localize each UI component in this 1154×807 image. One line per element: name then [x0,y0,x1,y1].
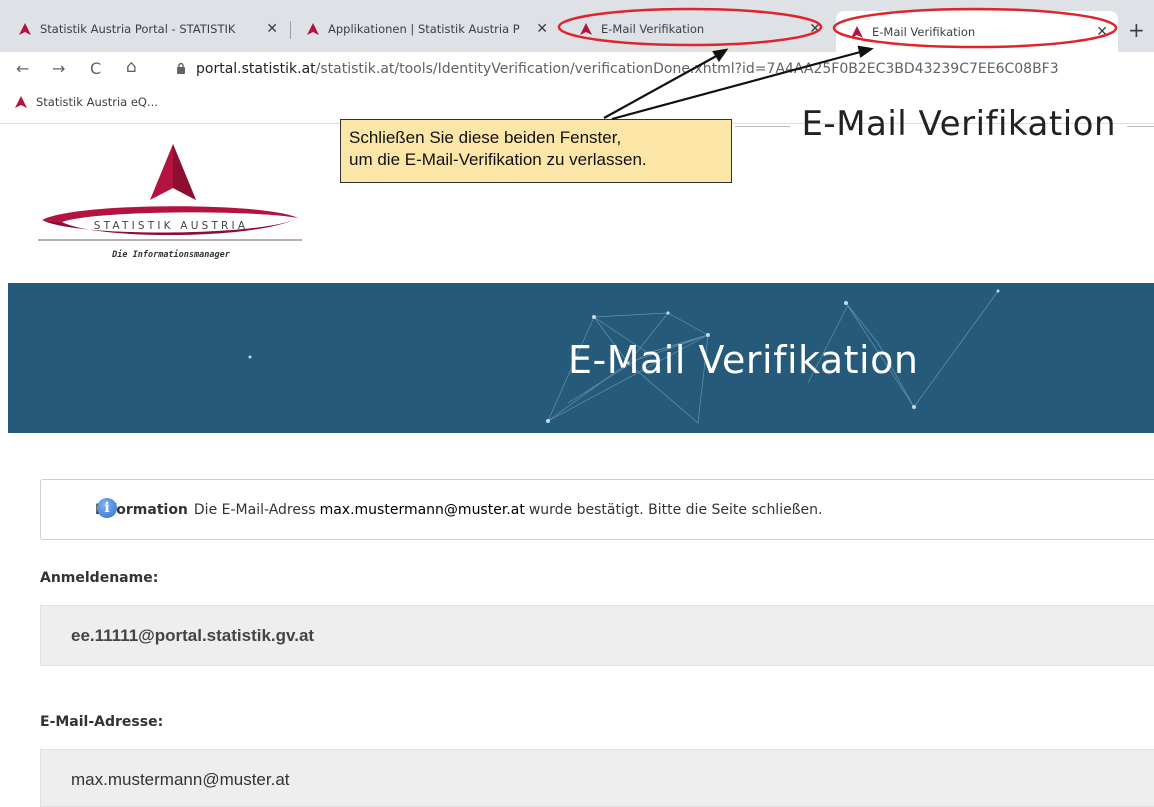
tab-label: Applikationen | Statistik Austria P [328,22,520,36]
email-label: E-Mail-Adresse: [40,714,164,730]
back-button[interactable]: ← [16,59,29,78]
info-email: max.mustermann@muster.at [319,501,525,518]
statistik-austria-favicon-icon [580,23,592,35]
page-title: E-Mail Verifikation [801,104,1116,144]
banner-title: E-Mail Verifikation [568,338,919,382]
header-divider [1127,126,1154,127]
page: Statistik Austria Portal - STATISTIK ✕ A… [0,0,1154,807]
callout-line-1: Schließen Sie diese beiden Fenster, [349,128,622,147]
tab-email-verifikation-2[interactable]: E-Mail Verifikation ✕ [836,11,1118,52]
bookmark-label: Statistik Austria eQ... [36,95,158,109]
forward-button[interactable]: → [52,59,65,78]
callout-line-2: um die E-Mail-Verifikation zu verlassen. [349,150,647,169]
annotation-callout: Schließen Sie diese beiden Fenster, um d… [340,119,732,183]
bookmark-statistik-austria[interactable]: Statistik Austria eQ... [14,95,158,109]
address-bar-row: ← → C ⌂ portal.statistik.at/statistik.at… [0,52,1154,88]
tab-label: E-Mail Verifikation [601,22,705,36]
url-path: /statistik.at/tools/IdentityVerification… [315,61,1059,77]
username-value: ee.11111@portal.statistik.gv.at [71,626,315,645]
tab-label: E-Mail Verifikation [872,24,976,39]
statistik-austria-logo: STATISTIK AUSTRIA Die Informationsmanage… [38,144,302,260]
tab-close-icon[interactable]: ✕ [1096,24,1108,40]
header-divider [735,126,790,127]
reload-button[interactable]: C [90,59,101,78]
tab-close-icon[interactable]: ✕ [536,21,548,37]
tab-email-verifikation-1[interactable]: E-Mail Verifikation ✕ [565,13,831,45]
tab-separator [290,21,291,39]
tab-statistik-portal[interactable]: Statistik Austria Portal - STATISTIK ✕ [4,13,288,45]
browser-tab-strip: Statistik Austria Portal - STATISTIK ✕ A… [0,0,1154,52]
lock-icon[interactable] [176,62,186,74]
statistik-austria-favicon-icon [307,23,319,35]
username-field[interactable]: ee.11111@portal.statistik.gv.at [40,605,1154,666]
email-value: max.mustermann@muster.at [71,770,290,789]
logo-tagline: Die Informationsmanager [111,249,231,260]
tab-applikationen[interactable]: Applikationen | Statistik Austria P ✕ [292,13,558,45]
url-host: portal.statistik.at [196,61,316,77]
logo-brand-text: STATISTIK AUSTRIA [94,220,248,232]
info-icon: i [97,498,117,518]
new-tab-button[interactable]: + [1128,18,1145,42]
info-message: i Information Die E-Mail-Adress max.must… [40,479,1154,540]
statistik-austria-favicon-icon [851,25,863,38]
hero-banner: E-Mail Verifikation [8,283,1154,433]
home-button[interactable]: ⌂ [126,57,137,77]
username-label: Anmeldename: [40,570,159,586]
statistik-austria-favicon-icon [15,96,27,108]
statistik-austria-favicon-icon [19,23,31,35]
info-text-before: Die E-Mail-Adress [193,501,316,518]
tab-close-icon[interactable]: ✕ [809,21,821,37]
url-field[interactable]: portal.statistik.at/statistik.at/tools/I… [196,61,1059,77]
tab-label: Statistik Austria Portal - STATISTIK [40,22,236,36]
email-field[interactable]: max.mustermann@muster.at [40,749,1154,807]
tab-close-icon[interactable]: ✕ [266,21,278,37]
info-text-after: wurde bestätigt. Bitte die Seite schließ… [528,501,823,518]
